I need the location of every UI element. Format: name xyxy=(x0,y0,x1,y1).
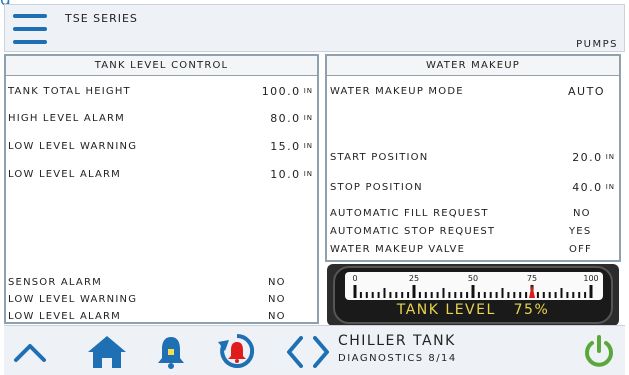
gauge-tick xyxy=(424,292,427,298)
gauge-tick xyxy=(554,292,557,298)
gauge-tick-label: 25 xyxy=(409,274,419,283)
status-label: SENSOR ALARM xyxy=(8,277,102,288)
setting-label: HIGH LEVEL ALARM xyxy=(8,113,125,124)
start-position-value[interactable]: 20.0 IN xyxy=(572,151,615,164)
status-value: YES xyxy=(569,226,592,237)
setting-value[interactable]: 10.0 IN xyxy=(270,168,313,181)
status-label: AUTOMATIC STOP REQUEST xyxy=(330,226,496,237)
gauge-tick xyxy=(572,292,575,298)
gauge-tick-label: 100 xyxy=(583,274,598,283)
screen-subtitle: DIAGNOSTICS 8/14 xyxy=(338,353,457,364)
gauge-tick xyxy=(578,292,581,298)
hamburger-icon[interactable] xyxy=(13,14,47,44)
gauge-tick xyxy=(519,292,522,298)
footer-nav: CHILLER TANK DIAGNOSTICS 8/14 xyxy=(4,325,625,375)
status-value: NO xyxy=(268,294,286,305)
status-label: AUTOMATIC FILL REQUEST xyxy=(330,208,489,219)
tank-level-gauge: 0 25 50 75 100 TANK LEVEL 75% xyxy=(327,264,619,326)
screen-title: CHILLER TANK xyxy=(338,333,456,349)
gauge-tick xyxy=(401,292,404,298)
gauge-tick xyxy=(460,292,463,298)
status-value: NO xyxy=(268,277,286,288)
gauge-face: 0 25 50 75 100 TANK LEVEL 75% xyxy=(333,266,613,324)
setting-label: LOW LEVEL WARNING xyxy=(8,141,138,152)
gauge-tick xyxy=(489,292,492,298)
setting-label: TANK TOTAL HEIGHT xyxy=(8,86,131,97)
mode-value[interactable]: AUTO xyxy=(568,85,605,98)
gauge-tick xyxy=(395,292,398,298)
chevron-right-icon[interactable] xyxy=(310,326,334,375)
status-value: NO xyxy=(573,208,591,219)
stop-position-label: STOP POSITION xyxy=(330,182,423,193)
setting-label: LOW LEVEL ALARM xyxy=(8,169,122,180)
gauge-tick xyxy=(371,292,374,298)
start-position-label: START POSITION xyxy=(330,152,429,163)
mode-label: WATER MAKEUP MODE xyxy=(330,86,464,97)
setting-value[interactable]: 15.0 IN xyxy=(270,140,313,153)
series-label: TSE SERIES xyxy=(65,12,138,25)
gauge-tick xyxy=(560,288,563,298)
gauge-tick xyxy=(389,292,392,298)
gauge-tick xyxy=(536,292,539,298)
gauge-tick xyxy=(359,292,362,298)
chevron-left-icon[interactable] xyxy=(284,326,308,375)
tank-level-readout: TANK LEVEL 75% xyxy=(396,302,550,318)
gauge-tick xyxy=(542,292,545,298)
gauge-tick-label: 50 xyxy=(468,274,478,283)
status-label: LOW LEVEL WARNING xyxy=(8,294,138,305)
gauge-tick xyxy=(466,292,469,298)
gauge-svg: 0 25 50 75 100 xyxy=(352,274,599,298)
gauge-tick xyxy=(407,292,410,298)
gauge-tick xyxy=(365,292,368,298)
home-icon[interactable] xyxy=(86,326,130,375)
gauge-scale: 0 25 50 75 100 xyxy=(345,272,603,300)
gauge-tick xyxy=(442,288,445,298)
gauge-tick xyxy=(477,292,480,298)
bell-icon[interactable] xyxy=(154,326,188,375)
gauge-tick xyxy=(525,292,528,298)
alarm-reset-icon[interactable] xyxy=(217,326,259,375)
gauge-needle xyxy=(529,284,535,298)
gauge-tick xyxy=(501,288,504,298)
gauge-ticks xyxy=(353,285,593,298)
gauge-tick xyxy=(589,285,593,298)
gauge-tick-label: 75 xyxy=(527,274,537,283)
stop-position-value[interactable]: 40.0 IN xyxy=(572,181,615,194)
water-makeup-panel: WATER MAKEUP WATER MAKEUP MODE AUTO STAR… xyxy=(325,54,621,262)
setting-value[interactable]: 80.0 IN xyxy=(270,112,313,125)
gauge-tick xyxy=(383,288,386,298)
chevron-up-icon[interactable] xyxy=(10,326,50,375)
setting-value[interactable]: 100.0 IN xyxy=(262,85,313,98)
gauge-tick xyxy=(471,285,475,298)
header-bar: TSE SERIES PUMPS xyxy=(4,4,625,52)
tank-level-control-panel: TANK LEVEL CONTROL TANK TOTAL HEIGHT 100… xyxy=(4,54,319,324)
power-icon[interactable] xyxy=(582,326,620,375)
gauge-tick xyxy=(483,292,486,298)
status-value: NO xyxy=(268,311,286,322)
gauge-tick xyxy=(377,292,380,298)
gauge-tick xyxy=(412,285,416,298)
status-label: WATER MAKEUP VALVE xyxy=(330,244,466,255)
gauge-tick xyxy=(430,292,433,298)
status-label: LOW LEVEL ALARM xyxy=(8,311,122,322)
gauge-tick xyxy=(418,292,421,298)
gauge-tick xyxy=(495,292,498,298)
pumps-link[interactable]: PUMPS xyxy=(576,39,618,50)
gauge-tick-label: 0 xyxy=(352,274,357,283)
gauge-tick xyxy=(507,292,510,298)
gauge-tick xyxy=(454,292,457,298)
gauge-tick xyxy=(436,292,439,298)
status-value: OFF xyxy=(569,244,592,255)
panel-title: WATER MAKEUP xyxy=(327,56,619,76)
gauge-tick xyxy=(513,292,516,298)
gauge-tick xyxy=(566,292,569,298)
gauge-tick xyxy=(353,285,357,298)
gauge-tick xyxy=(448,292,451,298)
panel-title: TANK LEVEL CONTROL xyxy=(6,56,317,76)
gauge-tick xyxy=(584,292,587,298)
gauge-tick xyxy=(548,292,551,298)
